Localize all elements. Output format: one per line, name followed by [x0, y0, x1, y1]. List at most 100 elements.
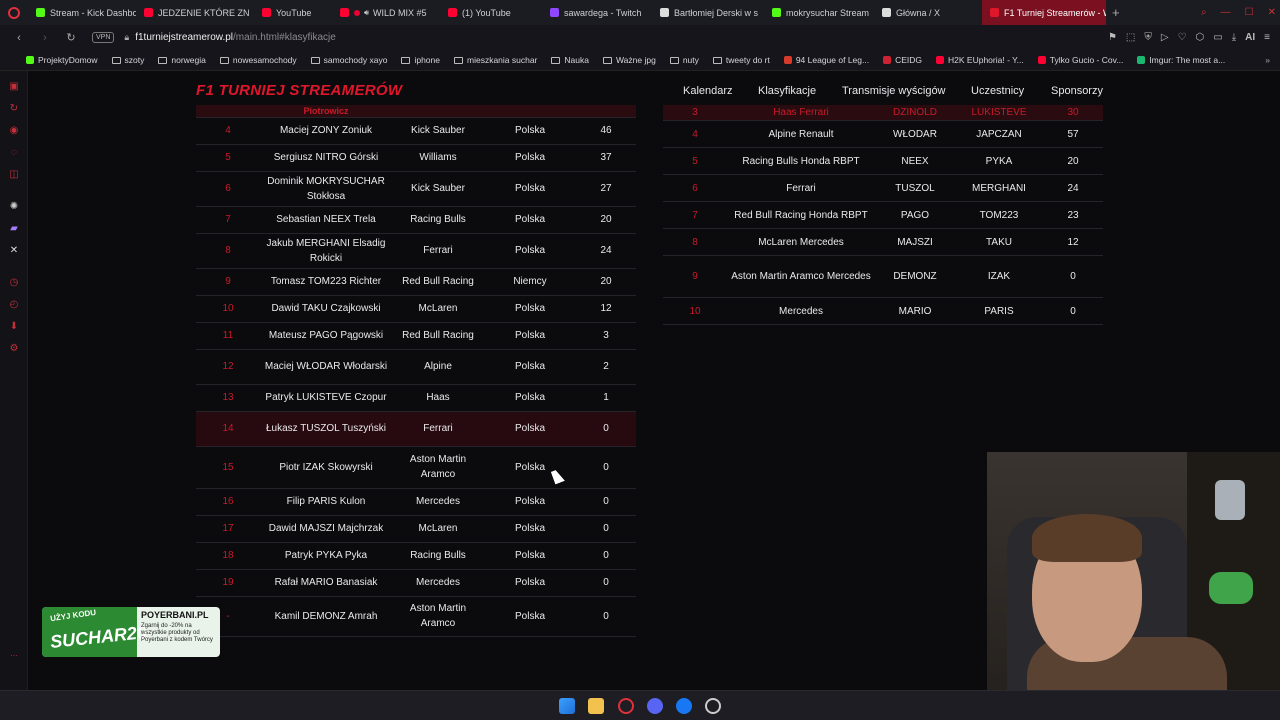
history-icon[interactable]: ◷ — [8, 277, 20, 289]
browser-tab[interactable]: Główna / X — [874, 0, 982, 25]
bookmark-item[interactable]: H2K EUphoria! - Y... — [936, 55, 1024, 65]
search-tabs-icon[interactable]: ⌕ — [1201, 7, 1207, 18]
bookmark-item[interactable]: ProjektyDomow — [26, 55, 98, 65]
back-button[interactable]: ‹ — [12, 32, 26, 44]
download-icon[interactable]: ⤓ — [1232, 32, 1236, 43]
lock-icon[interactable]: 🔒︎ — [124, 32, 129, 43]
forward-button[interactable]: › — [38, 32, 52, 44]
browser-tab[interactable]: Stream - Kick Dashbo — [28, 0, 136, 25]
table-row[interactable]: 4 Maciej ZONY Zoniuk Kick Sauber Polska 46 — [196, 117, 636, 145]
vpn-badge[interactable]: VPN — [92, 32, 115, 43]
extensions-icon[interactable]: ⬡ — [1196, 32, 1205, 43]
messenger-icon[interactable]: ◌ — [8, 147, 20, 159]
opera-logo-icon[interactable] — [0, 0, 28, 25]
table-row[interactable]: 9 Tomasz TOM223 Richter Red Bull Racing Nie… — [196, 268, 636, 296]
flow-icon[interactable]: ↻ — [8, 103, 20, 115]
bookmark-item[interactable]: CEIDG — [883, 55, 922, 65]
table-row[interactable]: 8 McLaren Mercedes MAJSZI TAKU 12 — [663, 228, 1103, 256]
browser-tab[interactable]: Bartłomiej Derski w s — [652, 0, 764, 25]
table-row[interactable]: 13 Patryk LUKISTEVE Czopur Haas Polska 1 — [196, 384, 636, 412]
browser-tab[interactable]: F1 Turniej Streamerów - W — [982, 0, 1106, 25]
table-row[interactable]: 4 Alpine Renault WŁODAR JAPCZAN 57 — [663, 120, 1103, 148]
nav-kalendarz[interactable]: Kalendarz — [683, 85, 733, 97]
table-row[interactable]: 7 Sebastian NEEX Trela Racing Bulls Polska 2… — [196, 206, 636, 234]
bookmark-item[interactable]: norwegia — [158, 55, 206, 65]
table-row[interactable]: 19 Rafał MARIO Banasiak Mercedes Polska 0 — [196, 569, 636, 597]
bookmark-item[interactable]: Ważne jpg — [602, 55, 656, 65]
browser-tab[interactable]: JEDZENIE KTÓRE ZN — [136, 0, 254, 25]
minimize-window-button[interactable]: — — [1221, 7, 1231, 18]
play-icon[interactable]: ▷ — [1161, 32, 1169, 43]
browser-tab[interactable]: YouTube — [254, 0, 332, 25]
bookmark-item[interactable]: Tylko Gucio - Cov... — [1037, 55, 1123, 65]
table-row[interactable]: 8 Jakub MERGHANI Elsadig Rokicki Ferrari Po… — [196, 233, 636, 269]
site-logo[interactable]: F1 TURNIEJ STREAMERÓW — [196, 82, 402, 99]
chatgpt-icon[interactable]: ✺ — [8, 201, 20, 213]
nav-uczestnicy[interactable]: Uczestnicy — [971, 85, 1024, 97]
bookmark-item[interactable]: szoty — [111, 55, 144, 65]
snapshot-icon[interactable]: ⬚ — [1126, 32, 1135, 43]
bookmark-item[interactable]: iphone — [401, 55, 440, 65]
instagram-icon[interactable]: ◫ — [8, 169, 20, 181]
table-row[interactable]: 5 Racing Bulls Honda RBPT NEEX PYKA 20 — [663, 147, 1103, 175]
table-row[interactable]: 16 Filip PARIS Kulon Mercedes Polska 0 — [196, 488, 636, 516]
obs-icon[interactable] — [705, 698, 721, 714]
table-row[interactable]: 15 Piotr IZAK Skowyrski Aston Martin Aramc… — [196, 446, 636, 489]
bookmark-icon[interactable]: ⚑ — [1108, 32, 1117, 43]
bag-icon[interactable]: ◉ — [8, 125, 20, 137]
bookmark-item[interactable]: nowesamochody — [219, 55, 297, 65]
x-icon[interactable]: ✕ — [8, 245, 20, 257]
discord-icon[interactable] — [647, 698, 663, 714]
browser-tab[interactable]: (1) YouTube — [440, 0, 542, 25]
reload-button[interactable]: ↻ — [64, 31, 78, 44]
bookmark-item[interactable]: samochody xayo — [310, 55, 387, 65]
bookmarks-more-icon[interactable]: » — [1265, 55, 1270, 65]
bookmark-item[interactable]: Imgur: The most a... — [1137, 55, 1225, 65]
url-field[interactable]: f1turniejstreamerow.pl/main.html#klasyfi… — [135, 32, 336, 43]
table-row[interactable]: 9 Aston Martin Aramco Mercedes DEMONZ IZAK 0 — [663, 255, 1103, 298]
table-row[interactable]: - Kamil DEMONZ Amrah Aston Martin Aramco Po… — [196, 596, 636, 637]
nav-transmisje[interactable]: Transmisje wyścigów — [842, 85, 946, 97]
bookmark-item[interactable]: nuty — [669, 55, 699, 65]
downloads-icon[interactable]: ⬇ — [8, 321, 20, 333]
table-row[interactable]: 17 Dawid MAJSZI Majchrzak McLaren Polska 0 — [196, 515, 636, 543]
position-cell: 6 — [663, 174, 727, 202]
table-row[interactable]: 6 Dominik MOKRYSUCHAR Stokłosa Kick Sauber… — [196, 171, 636, 207]
heart-icon[interactable]: ♡ — [1178, 32, 1187, 43]
browser-tab[interactable]: 🔊︎ WILD MIX #5 — [332, 0, 440, 25]
table-row[interactable]: 5 Sergiusz NITRO Górski Williams Polska 37 — [196, 144, 636, 172]
bookmark-item[interactable]: Nauka — [551, 55, 589, 65]
wallet-icon[interactable]: ▭ — [1213, 32, 1222, 43]
shield-icon[interactable]: ⛨ — [1144, 32, 1152, 43]
bookmark-item[interactable]: tweety do rt — [712, 55, 770, 65]
table-row[interactable]: 18 Patryk PYKA Pyka Racing Bulls Polska 0 — [196, 542, 636, 570]
browser-tab[interactable]: mokrysuchar Stream — [764, 0, 874, 25]
table-row[interactable]: 10 Dawid TAKU Czajkowski McLaren Polska 12 — [196, 295, 636, 323]
browser-tab[interactable]: sawardega - Twitch — [542, 0, 652, 25]
ai-button[interactable]: AI — [1245, 32, 1255, 43]
nav-klasyfikacje[interactable]: Klasyfikacje — [758, 85, 816, 97]
clock-icon[interactable]: ◴ — [8, 299, 20, 311]
new-tab-button[interactable]: + — [1112, 5, 1120, 20]
table-row[interactable]: 10 Mercedes MARIO PARIS 0 — [663, 297, 1103, 325]
file-explorer-icon[interactable] — [588, 698, 604, 714]
workspaces-icon[interactable]: ▣ — [8, 81, 20, 93]
sidebar-more-icon[interactable]: ⋯ — [8, 651, 20, 663]
table-row[interactable]: 12 Maciej WŁODAR Włodarski Alpine Polska 2 — [196, 349, 636, 385]
start-icon[interactable] — [559, 698, 575, 714]
tab-audio-icon[interactable]: 🔊︎ — [364, 8, 369, 18]
settings-icon[interactable]: ⚙ — [8, 343, 20, 355]
table-row[interactable]: 14 Łukasz TUSZOL Tuszyński Ferrari Polska 0 — [196, 411, 636, 447]
close-window-button[interactable]: ✕ — [1268, 7, 1276, 18]
table-row[interactable]: 6 Ferrari TUSZOL MERGHANI 24 — [663, 174, 1103, 202]
maximize-window-button[interactable]: ☐ — [1245, 7, 1254, 18]
bookmark-item[interactable]: mieszkania suchar — [454, 55, 537, 65]
opera-taskbar-icon[interactable] — [618, 698, 634, 714]
facebook-icon[interactable] — [676, 698, 692, 714]
twitch-icon[interactable]: ▰ — [8, 223, 20, 235]
table-row[interactable]: 7 Red Bull Racing Honda RBPT PAGO TOM223 23 — [663, 201, 1103, 229]
menu-icon[interactable]: ≡ — [1264, 32, 1270, 43]
bookmark-item[interactable]: 94 League of Leg... — [783, 55, 869, 65]
nav-sponsorzy[interactable]: Sponsorzy — [1051, 85, 1103, 97]
table-row[interactable]: 11 Mateusz PAGO Pągowski Red Bull Racing Po… — [196, 322, 636, 350]
